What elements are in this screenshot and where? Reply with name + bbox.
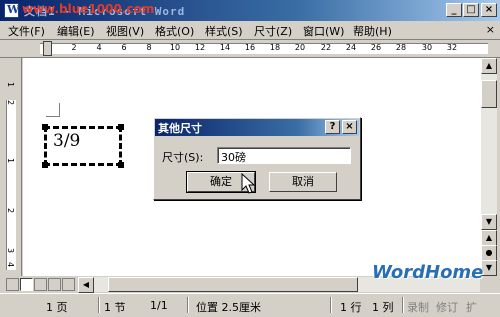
ruler-number: 2 bbox=[71, 43, 77, 52]
menu-file[interactable]: 文件(F) bbox=[8, 23, 45, 39]
status-line: 1 行 bbox=[340, 301, 362, 314]
vertical-ruler[interactable]: 1 2 1 2 3 4 bbox=[0, 58, 22, 276]
menu-help[interactable]: 帮助(H) bbox=[353, 23, 392, 39]
cancel-button[interactable]: 取消 bbox=[269, 172, 337, 192]
vertical-scroll-thumb[interactable] bbox=[481, 80, 497, 108]
indent-marker-icon[interactable] bbox=[43, 41, 52, 56]
menu-format[interactable]: 格式(O) bbox=[155, 23, 194, 39]
web-view-icon[interactable] bbox=[20, 278, 33, 291]
restore-button[interactable]: □ bbox=[463, 3, 479, 17]
ruler-number: 14 bbox=[219, 43, 231, 52]
wordhome-logo: WordHome bbox=[372, 262, 484, 283]
vertical-scrollbar[interactable]: ▲ ▼ ▲ ● ▼ bbox=[480, 58, 497, 276]
dialog-title: 其他尺寸 bbox=[158, 122, 202, 135]
status-extend[interactable]: 扩 bbox=[466, 299, 477, 315]
word-window: 文档1 - Microsoft Word www.blue1000.com _ … bbox=[0, 0, 500, 317]
selected-equation-object[interactable]: 3/9 bbox=[42, 124, 124, 168]
vruler-number: 1 bbox=[6, 157, 16, 164]
restore-icon: □ bbox=[466, 4, 476, 15]
status-position: 位置 2.5厘米 bbox=[196, 301, 261, 314]
resize-handle[interactable] bbox=[42, 124, 48, 130]
minimize-button[interactable]: _ bbox=[446, 3, 462, 17]
close-icon: × bbox=[484, 4, 494, 15]
outline-view-icon[interactable] bbox=[48, 278, 61, 291]
scroll-left-icon[interactable]: ◀ bbox=[78, 277, 94, 293]
status-divider bbox=[98, 297, 100, 313]
close-icon: × bbox=[345, 121, 354, 132]
ruler-number: 16 bbox=[244, 43, 256, 52]
ruler-number: 28 bbox=[395, 43, 407, 52]
word-app-icon[interactable] bbox=[4, 3, 19, 18]
menu-edit[interactable]: 编辑(E) bbox=[57, 23, 95, 39]
vruler-number: 4 bbox=[6, 261, 16, 268]
vruler-number: 2 bbox=[6, 99, 16, 106]
ruler-number: 26 bbox=[370, 43, 382, 52]
ruler-number: 20 bbox=[294, 43, 306, 52]
status-page-of: 1/1 bbox=[150, 299, 168, 312]
dialog-title-bar[interactable]: 其他尺寸 ? × bbox=[155, 119, 359, 136]
scroll-up-icon[interactable]: ▲ bbox=[481, 58, 497, 74]
status-divider bbox=[330, 297, 332, 313]
ruler-number: 12 bbox=[194, 43, 206, 52]
status-section: 1 节 bbox=[104, 301, 126, 314]
mouse-pointer-icon bbox=[241, 173, 255, 194]
ruler-scale bbox=[40, 43, 488, 54]
ruler-number: 32 bbox=[446, 43, 458, 52]
menu-style[interactable]: 样式(S) bbox=[205, 23, 243, 39]
vruler-number: 3 bbox=[6, 247, 16, 254]
normal-view-icon[interactable] bbox=[6, 278, 19, 291]
print-view-icon[interactable] bbox=[34, 278, 47, 291]
ruler-number: 8 bbox=[146, 43, 152, 52]
ruler-number: 24 bbox=[345, 43, 357, 52]
horizontal-ruler[interactable]: 2 4 6 8 10 12 14 16 18 20 22 24 26 28 30… bbox=[0, 40, 500, 58]
ruler-number: 22 bbox=[320, 43, 332, 52]
menu-view[interactable]: 视图(V) bbox=[106, 23, 144, 39]
status-divider bbox=[402, 297, 404, 313]
close-window-button[interactable]: × bbox=[481, 3, 497, 17]
scroll-down-icon[interactable]: ▼ bbox=[481, 214, 497, 230]
menu-size[interactable]: 尺寸(Z) bbox=[254, 23, 292, 39]
ruler-number: 4 bbox=[96, 43, 102, 52]
other-size-dialog: 其他尺寸 ? × 尺寸(S): 30磅 确定 取消 bbox=[153, 117, 361, 200]
doc-close-icon[interactable]: × bbox=[486, 23, 495, 36]
status-divider bbox=[187, 297, 189, 313]
margin-corner-mark bbox=[46, 103, 60, 117]
status-revise[interactable]: 修订 bbox=[436, 299, 458, 315]
minimize-icon: _ bbox=[451, 4, 457, 15]
menu-bar: 文件(F) 编辑(E) 视图(V) 格式(O) 样式(S) 尺寸(Z) 窗口(W… bbox=[0, 21, 500, 40]
site-watermark: www.blue1000.com bbox=[22, 2, 155, 16]
ruler-number: 18 bbox=[269, 43, 281, 52]
resize-handle[interactable] bbox=[118, 124, 124, 130]
vruler-number: 1 bbox=[6, 81, 16, 88]
browse-object-icon[interactable]: ● bbox=[481, 245, 497, 261]
status-bar: 1 页 1 节 1/1 位置 2.5厘米 1 行 1 列 录制 修订 扩 bbox=[0, 293, 500, 317]
title-bar[interactable]: 文档1 - Microsoft Word www.blue1000.com _ … bbox=[0, 0, 500, 21]
size-label: 尺寸(S): bbox=[162, 151, 204, 164]
help-icon: ? bbox=[329, 121, 336, 132]
vruler-number: 2 bbox=[6, 207, 16, 214]
reading-view-icon[interactable] bbox=[62, 278, 75, 291]
resize-handle[interactable] bbox=[118, 162, 124, 168]
dialog-close-button[interactable]: × bbox=[342, 120, 357, 134]
ruler-number: 6 bbox=[121, 43, 127, 52]
horizontal-scroll-thumb[interactable] bbox=[108, 277, 358, 292]
status-column: 1 列 bbox=[372, 301, 394, 314]
vertical-ruler-scale bbox=[6, 100, 16, 270]
resize-handle[interactable] bbox=[42, 162, 48, 168]
ruler-number: 30 bbox=[421, 43, 433, 52]
prev-page-icon[interactable]: ▲ bbox=[481, 230, 497, 246]
dialog-help-button[interactable]: ? bbox=[325, 120, 340, 134]
status-record[interactable]: 录制 bbox=[407, 299, 429, 315]
equation-text: 3/9 bbox=[53, 131, 81, 151]
menu-window[interactable]: 窗口(W) bbox=[303, 23, 344, 39]
size-input[interactable]: 30磅 bbox=[217, 147, 351, 164]
status-page: 1 页 bbox=[46, 301, 68, 314]
ruler-number: 10 bbox=[169, 43, 181, 52]
